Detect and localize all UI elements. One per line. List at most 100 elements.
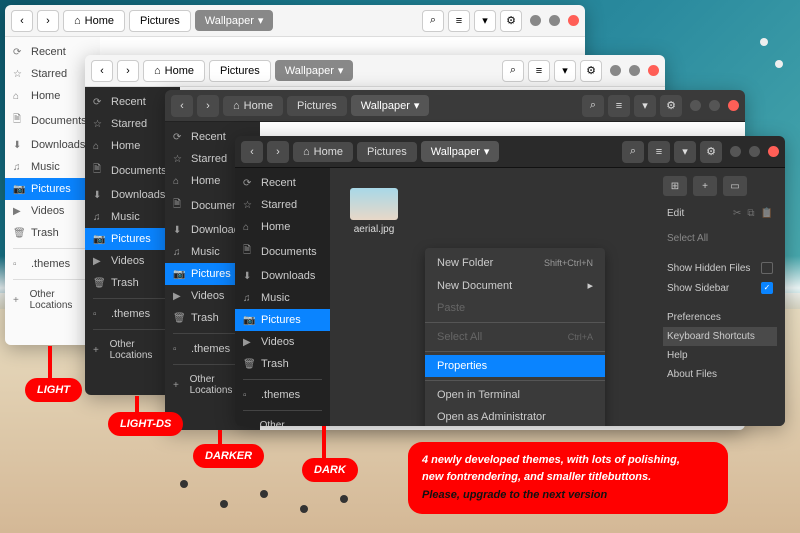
badge-darker: DARKER	[193, 444, 264, 468]
forward-button[interactable]: ›	[117, 60, 139, 82]
rp-about[interactable]: About Files	[663, 365, 777, 384]
menu-button[interactable]: ⚙	[660, 95, 682, 117]
right-panel: ⊞ + ▭ Edit ✂ ⧉ 📋 Select All Show Hidden …	[655, 168, 785, 426]
paste-icon[interactable]: 📋	[761, 208, 773, 219]
sidebar-item-other[interactable]: +Other Locations	[235, 415, 330, 426]
list-view-button[interactable]: ≡	[648, 141, 670, 163]
forward-button[interactable]: ›	[37, 10, 59, 32]
rp-keyboard[interactable]: Keyboard Shortcuts	[663, 327, 777, 346]
chevron-down-icon: ▾	[484, 145, 490, 158]
maximize-button[interactable]	[709, 100, 720, 111]
maximize-button[interactable]	[629, 65, 640, 76]
file-item[interactable]: aerial.jpg	[350, 188, 398, 235]
sidebar-item-themes[interactable]: ▫.themes	[235, 384, 330, 406]
connector	[322, 426, 326, 460]
crumb-wallpaper[interactable]: Wallpaper ▾	[275, 60, 354, 81]
crumb-pictures[interactable]: Pictures	[287, 96, 347, 116]
menu-button[interactable]: ⚙	[700, 141, 722, 163]
sidebar-item-pictures[interactable]: 📷Pictures	[235, 309, 330, 331]
chevron-right-icon: ▸	[587, 279, 593, 292]
ctx-paste: Paste	[425, 297, 605, 319]
minimize-button[interactable]	[690, 100, 701, 111]
new-tab-button[interactable]: ⊞	[663, 176, 687, 196]
search-button[interactable]: ⌕	[582, 95, 604, 117]
close-button[interactable]	[648, 65, 659, 76]
ctx-new-folder[interactable]: New FolderShift+Ctrl+N	[425, 252, 605, 274]
ctx-select-all[interactable]: Select AllCtrl+A	[425, 326, 605, 348]
new-folder-button[interactable]: +	[693, 176, 717, 196]
forward-button[interactable]: ›	[267, 141, 289, 163]
back-button[interactable]: ‹	[171, 95, 193, 117]
view-options-button[interactable]: ▾	[634, 95, 656, 117]
ctx-properties[interactable]: Properties	[425, 355, 605, 377]
search-button[interactable]: ⌕	[502, 60, 524, 82]
maximize-button[interactable]	[549, 15, 560, 26]
rp-select-all[interactable]: Select All	[663, 229, 777, 248]
close-button[interactable]	[568, 15, 579, 26]
sidebar-item-trash[interactable]: 🗑Trash	[235, 353, 330, 375]
toolbar: ‹ › ⌂Home Pictures Wallpaper ▾ ⌕ ≡ ▾ ⚙	[165, 90, 745, 122]
home-icon: ⌂	[154, 65, 161, 77]
sidebar-item-music[interactable]: ♫Music	[235, 287, 330, 309]
back-button[interactable]: ‹	[241, 141, 263, 163]
copy-icon[interactable]: ⧉	[747, 208, 754, 219]
minimize-button[interactable]	[730, 146, 741, 157]
crumb-wallpaper[interactable]: Wallpaper ▾	[351, 95, 430, 116]
rp-help[interactable]: Help	[663, 346, 777, 365]
toolbar: ‹ › ⌂Home Pictures Wallpaper ▾ ⌕ ≡ ▾ ⚙	[85, 55, 665, 87]
crumb-pictures[interactable]: Pictures	[129, 10, 191, 32]
list-view-button[interactable]: ≡	[448, 10, 470, 32]
view-options-button[interactable]: ▾	[474, 10, 496, 32]
crumb-home[interactable]: ⌂Home	[223, 96, 283, 116]
documents-icon: 🗎	[243, 243, 255, 260]
search-button[interactable]: ⌕	[622, 141, 644, 163]
close-button[interactable]	[768, 146, 779, 157]
crumb-wallpaper[interactable]: Wallpaper ▾	[421, 141, 500, 162]
ctx-open-terminal[interactable]: Open in Terminal	[425, 384, 605, 406]
list-view-button[interactable]: ≡	[528, 60, 550, 82]
view-options-button[interactable]: ▾	[674, 141, 696, 163]
context-menu: New FolderShift+Ctrl+N New Document▸ Pas…	[425, 248, 605, 426]
show-hidden-checkbox[interactable]	[761, 262, 773, 274]
recent-icon: ⟳	[173, 132, 185, 143]
toolbar: ‹ › ⌂Home Pictures Wallpaper ▾ ⌕ ≡ ▾ ⚙	[235, 136, 785, 168]
view-options-button[interactable]: ▾	[554, 60, 576, 82]
ctx-open-admin[interactable]: Open as Administrator	[425, 406, 605, 426]
cut-icon[interactable]: ✂	[733, 208, 741, 219]
music-icon: ♫	[173, 247, 185, 258]
crumb-wallpaper[interactable]: Wallpaper ▾	[195, 10, 274, 31]
main-area[interactable]: aerial.jpg New FolderShift+Ctrl+N New Do…	[330, 168, 785, 426]
chevron-down-icon: ▾	[258, 14, 264, 27]
maximize-button[interactable]	[749, 146, 760, 157]
sidebar-item-recent[interactable]: ⟳Recent	[235, 172, 330, 194]
menu-button[interactable]: ⚙	[500, 10, 522, 32]
crumb-home[interactable]: ⌂Home	[63, 10, 125, 32]
sidebar: ⟳Recent ☆Starred ⌂Home 🗎Documents ⬇Downl…	[235, 168, 330, 426]
minimize-button[interactable]	[610, 65, 621, 76]
crumb-home[interactable]: ⌂Home	[293, 142, 353, 162]
ctx-new-document[interactable]: New Document▸	[425, 274, 605, 297]
back-button[interactable]: ‹	[11, 10, 33, 32]
sidebar-item-videos[interactable]: ▶Videos	[235, 331, 330, 353]
sidebar-item-downloads[interactable]: ⬇Downloads	[235, 265, 330, 287]
connector	[48, 346, 52, 380]
back-button[interactable]: ‹	[91, 60, 113, 82]
forward-button[interactable]: ›	[197, 95, 219, 117]
sidebar-item-documents[interactable]: 🗎Documents	[235, 238, 330, 265]
search-button[interactable]: ⌕	[422, 10, 444, 32]
crumb-pictures[interactable]: Pictures	[209, 60, 271, 82]
show-sidebar-checkbox[interactable]	[761, 282, 773, 294]
crumb-pictures[interactable]: Pictures	[357, 142, 417, 162]
crumb-home[interactable]: ⌂Home	[143, 60, 205, 82]
sidebar-item-home[interactable]: ⌂Home	[235, 216, 330, 238]
bookmark-button[interactable]: ▭	[723, 176, 747, 196]
close-button[interactable]	[728, 100, 739, 111]
list-view-button[interactable]: ≡	[608, 95, 630, 117]
folder-icon: ▫	[93, 309, 105, 320]
minimize-button[interactable]	[530, 15, 541, 26]
menu-button[interactable]: ⚙	[580, 60, 602, 82]
rp-preferences[interactable]: Preferences	[663, 308, 777, 327]
show-sidebar-label: Show Sidebar	[667, 283, 729, 294]
folder-icon: ▫	[243, 390, 255, 401]
sidebar-item-starred[interactable]: ☆Starred	[235, 194, 330, 216]
